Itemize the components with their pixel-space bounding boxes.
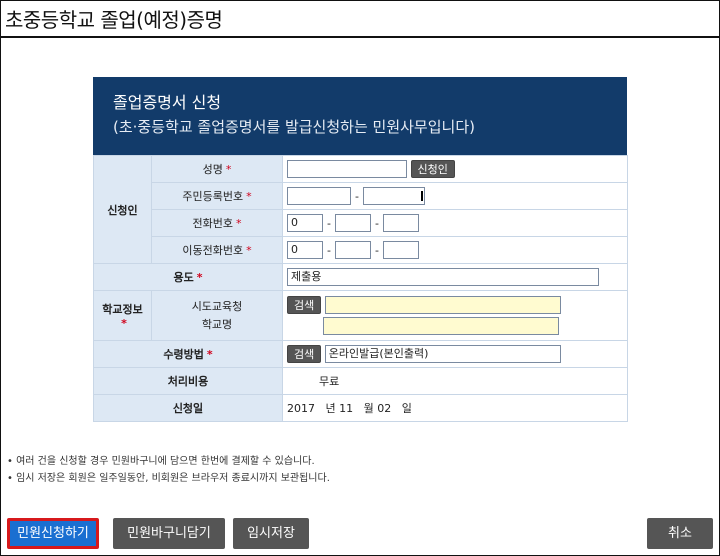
certificate-form: 졸업증명서 신청 (초·중등학교 졸업증명서를 발급신청하는 민원사무입니다) …: [93, 77, 628, 429]
date-label: 신청일: [93, 394, 283, 422]
receive-label: 수령방법 *: [93, 340, 283, 368]
title-bar: 초중등학교 졸업(예정)증명: [1, 1, 719, 38]
row-school: 학교정보* 시도교육청 학교명 검색: [93, 290, 628, 341]
text-cursor: [421, 191, 423, 201]
phone-area-input[interactable]: 0: [287, 214, 323, 232]
applicant-group-label: 신청인: [93, 155, 152, 264]
temp-save-button[interactable]: 임시저장: [233, 518, 309, 549]
cancel-button[interactable]: 취소: [647, 518, 713, 549]
app-window: 초중등학교 졸업(예정)증명 졸업증명서 신청 (초·중등학교 졸업증명서를 발…: [0, 0, 720, 556]
page-title: 초중등학교 졸업(예정)증명: [5, 8, 223, 32]
name-input[interactable]: [287, 160, 407, 178]
school-name-input[interactable]: [323, 317, 559, 335]
rrn-label: 주민등록번호 *: [151, 182, 283, 210]
row-phone: 전화번호 * 0--: [94, 209, 628, 237]
fee-label: 처리비용: [93, 367, 283, 395]
mobile-last-input[interactable]: [383, 241, 419, 259]
note-item: • 임시 저장은 회원은 일주일동안, 비회원은 브라우저 종료시까지 보관됩니…: [7, 473, 330, 484]
phone-last-input[interactable]: [383, 214, 419, 232]
edu-office-input[interactable]: [324, 296, 561, 314]
school-group-label: 학교정보*: [93, 290, 152, 341]
form-table: 신청인 성명 * 신청인 주민등록번호 * - 전화번호 * 0-- 이동전화번…: [93, 155, 628, 422]
row-receive: 수령방법 * 검색 온라인발급(본인출력): [93, 340, 628, 368]
school-name-label: 학교명: [201, 317, 233, 331]
row-fee: 처리비용 무료: [93, 367, 628, 395]
form-subtitle: (초·중등학교 졸업증명서를 발급신청하는 민원사무입니다): [113, 118, 475, 136]
phone-label: 전화번호 *: [151, 209, 283, 237]
mobile-label: 이동전화번호 *: [151, 236, 283, 264]
row-date: 신청일 2017 년 11 월 02 일: [93, 394, 628, 422]
name-check-button[interactable]: 신청인: [410, 160, 455, 178]
name-label: 성명 *: [151, 155, 283, 183]
row-name: 신청인 성명 * 신청인: [93, 155, 628, 264]
row-purpose: 용도 * 제출용: [93, 263, 628, 291]
purpose-label: 용도 *: [93, 263, 283, 291]
edu-office-label: 시도교육청: [191, 299, 243, 313]
school-fields-label: 시도교육청 학교명: [151, 290, 283, 341]
note-item: • 여러 건을 신청할 경우 민원바구니에 담으면 한번에 결제할 수 있습니다…: [7, 456, 315, 467]
mobile-prefix-input[interactable]: 0: [287, 241, 323, 259]
rrn-back-input[interactable]: [363, 187, 425, 205]
mobile-mid-input[interactable]: [335, 241, 371, 259]
receive-method-input[interactable]: 온라인발급(본인출력): [324, 345, 561, 363]
row-rrn: 주민등록번호 * -: [94, 182, 628, 210]
application-date: 2017 년 11 월 02 일: [282, 394, 628, 422]
form-title: 졸업증명서 신청: [113, 93, 222, 112]
submit-button[interactable]: 민원신청하기: [7, 518, 99, 549]
row-mobile: 이동전화번호 * 0--: [94, 236, 628, 264]
form-header: 졸업증명서 신청 (초·중등학교 졸업증명서를 발급신청하는 민원사무입니다): [93, 77, 627, 155]
rrn-front-input[interactable]: [287, 187, 351, 205]
fee-value: 무료: [282, 367, 628, 395]
receive-search-button[interactable]: 검색: [287, 345, 322, 363]
purpose-select[interactable]: 제출용: [287, 268, 599, 286]
basket-button[interactable]: 민원바구니담기: [113, 518, 225, 549]
phone-mid-input[interactable]: [335, 214, 371, 232]
school-search-button[interactable]: 검색: [287, 296, 322, 314]
notes-list: • 여러 건을 신청할 경우 민원바구니에 담으면 한번에 결제할 수 있습니다…: [7, 453, 330, 487]
